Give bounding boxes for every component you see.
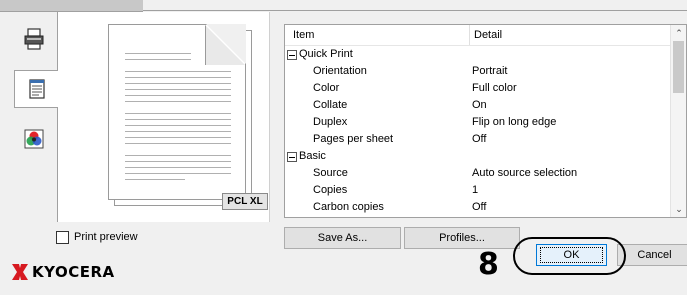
text-line [125,101,231,102]
row-item: Color [313,82,340,94]
minus-box-icon[interactable] [287,151,297,162]
page-front [108,24,246,200]
text-line [125,167,231,168]
table-row[interactable]: Source Auto source selection [285,166,673,181]
text-line [125,119,231,120]
text-line [125,53,191,54]
table-row[interactable]: Carbon copies Off [285,200,673,215]
print-preview-checkbox[interactable] [56,231,69,244]
text-line [125,125,231,126]
text-line [125,173,231,174]
row-detail: Off [472,133,487,145]
text-line [125,179,185,180]
group-quick-print[interactable]: Quick Print [287,47,353,62]
row-detail: Auto source selection [472,167,578,179]
row-item: Copies [313,184,348,196]
top-tab-bar [0,0,687,12]
save-as-button[interactable]: Save As... [284,227,401,249]
kyocera-logo-icon [12,264,28,280]
printing-preferences-dialog: PCL XL Item Detail Quick Print Orientati… [0,0,687,295]
row-detail: Portrait [472,65,508,77]
column-header-detail[interactable]: Detail [470,25,670,45]
table-row[interactable]: Copies 1 [285,183,673,198]
text-line [125,131,231,132]
row-item: Pages per sheet [313,133,394,145]
printer-icon [24,28,44,50]
row-item: Source [313,167,348,179]
print-preview-panel [58,12,270,222]
callout-circle [513,237,626,275]
settings-summary-list[interactable]: Item Detail Quick Print Orientation Port… [284,24,687,218]
row-item: Duplex [313,116,348,128]
group-basic[interactable]: Basic [287,149,326,164]
cancel-button[interactable]: Cancel [617,244,687,266]
divider [143,10,687,11]
text-line [125,113,231,114]
vertical-tab-strip [0,12,59,222]
minus-box-icon[interactable] [287,49,297,60]
row-item: Orientation [313,65,367,77]
text-line [125,137,231,138]
table-row[interactable]: Collate On [285,98,673,113]
row-detail: Flip on long edge [472,116,557,128]
row-detail: 1 [472,184,479,196]
text-line [125,155,231,156]
brand-name: KYOCERA [32,263,115,281]
chevron-up-icon[interactable]: ⌃ [671,26,686,40]
table-row[interactable]: Color Full color [285,81,673,96]
tab-printer[interactable] [14,20,54,58]
row-detail: On [472,99,487,111]
top-tab[interactable] [0,0,143,12]
text-line [125,89,231,90]
text-line [125,77,231,78]
pdl-badge: PCL XL [222,193,268,210]
group-label: Quick Print [299,48,353,60]
document-icon [28,79,45,99]
page-preview [108,24,258,210]
chevron-down-icon[interactable]: ⌄ [671,202,686,216]
profiles-button[interactable]: Profiles... [404,227,520,249]
group-label: Basic [299,150,326,162]
row-item: Carbon copies [313,201,384,213]
tab-color[interactable] [14,120,54,158]
table-row[interactable]: Orientation Portrait [285,64,673,79]
table-row[interactable]: Duplex Flip on long edge [285,115,673,130]
text-line [125,143,231,144]
row-detail: Full color [472,82,517,94]
text-line [125,161,231,162]
print-preview-label[interactable]: Print preview [74,231,138,243]
text-line [125,95,231,96]
scrollbar-thumb[interactable] [673,41,684,93]
row-detail: Off [472,201,487,213]
row-item: Collate [313,99,348,111]
divider [285,45,673,46]
text-line [125,59,191,60]
text-line [125,71,231,72]
tab-quick-print[interactable] [14,70,59,108]
kyocera-logo: KYOCERA [12,263,115,281]
table-row[interactable]: Pages per sheet Off [285,132,673,147]
color-icon [24,129,44,149]
column-header-item[interactable]: Item [285,25,470,45]
step-number-callout: 8 [478,247,499,282]
vertical-scrollbar[interactable]: ⌃ ⌄ [670,25,686,217]
text-line [125,83,231,84]
